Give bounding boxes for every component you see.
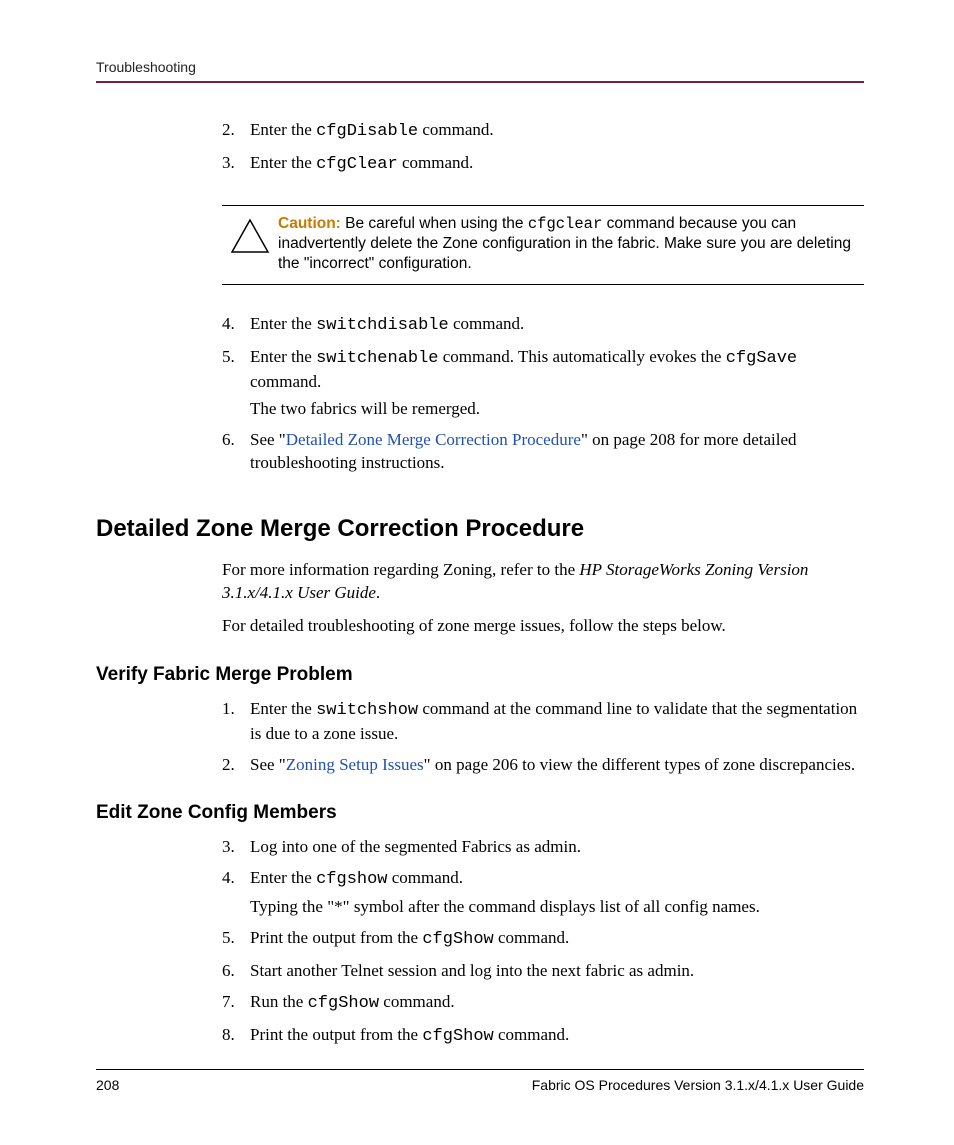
step-text: See "Detailed Zone Merge Correction Proc… [250,429,864,475]
edit-step-5: 5. Print the output from the cfgShow com… [222,927,864,952]
verify-step-2: 2. See "Zoning Setup Issues" on page 206… [222,754,864,777]
step-number: 3. [222,152,250,177]
steps-block-a: 2. Enter the cfgDisable command. 3. Ente… [222,119,864,177]
step-number: 5. [222,927,250,952]
code: cfgShow [422,930,493,949]
code: switchshow [316,701,418,720]
step-number: 6. [222,960,250,983]
edit-step-3: 3. Log into one of the segmented Fabrics… [222,836,864,859]
paragraph: For detailed troubleshooting of zone mer… [222,615,864,638]
edit-step-7: 7. Run the cfgShow command. [222,991,864,1016]
step-6: 6. See "Detailed Zone Merge Correction P… [222,429,864,475]
cross-ref-link[interactable]: Detailed Zone Merge Correction Procedure [286,430,581,449]
code: switchenable [316,349,438,368]
step-text: Enter the switchdisable command. [250,313,864,338]
steps-block-b: 4. Enter the switchdisable command. 5. E… [222,313,864,475]
caution-body: Caution: Be careful when using the cfgcl… [278,214,864,274]
edit-step-4: 4. Enter the cfgshow command. Typing the… [222,867,864,919]
footer-title: Fabric OS Procedures Version 3.1.x/4.1.x… [532,1076,864,1095]
step-number: 3. [222,836,250,859]
heading-verify-fabric: Verify Fabric Merge Problem [96,662,864,688]
verify-step-1: 1. Enter the switchshow command at the c… [222,698,864,746]
footer-rule [96,1069,864,1070]
paragraph: For more information regarding Zoning, r… [222,559,864,605]
code: cfgShow [422,1027,493,1046]
step-sub: Typing the "*" symbol after the command … [250,896,864,919]
code: switchdisable [316,316,449,335]
step-5: 5. Enter the switchenable command. This … [222,346,864,421]
code: cfgclear [528,215,602,233]
step-3: 3. Enter the cfgClear command. [222,152,864,177]
running-head: Troubleshooting [96,58,864,77]
code: cfgshow [316,870,387,889]
caution-label: Caution: [278,215,341,232]
step-text: See "Zoning Setup Issues" on page 206 to… [250,754,864,777]
step-text: Log into one of the segmented Fabrics as… [250,836,864,859]
step-4: 4. Enter the switchdisable command. [222,313,864,338]
code: cfgClear [316,155,398,174]
header-rule [96,81,864,83]
code: cfgSave [726,349,797,368]
step-text: Print the output from the cfgShow comman… [250,927,864,952]
code: cfgShow [308,994,379,1013]
steps-verify: 1. Enter the switchshow command at the c… [222,698,864,777]
step-number: 2. [222,119,250,144]
step-number: 6. [222,429,250,475]
step-text: Enter the cfgClear command. [250,152,864,177]
step-text: Run the cfgShow command. [250,991,864,1016]
step-text: Enter the cfgDisable command. [250,119,864,144]
caution-box: Caution: Be careful when using the cfgcl… [222,205,864,285]
step-number: 5. [222,346,250,421]
step-2: 2. Enter the cfgDisable command. [222,119,864,144]
step-number: 4. [222,867,250,919]
page-number: 208 [96,1076,119,1095]
step-number: 1. [222,698,250,746]
page: Troubleshooting 2. Enter the cfgDisable … [0,0,954,1145]
step-text: Start another Telnet session and log int… [250,960,864,983]
step-number: 8. [222,1024,250,1049]
footer: 208 Fabric OS Procedures Version 3.1.x/4… [96,1069,864,1095]
step-number: 7. [222,991,250,1016]
step-text: Enter the switchshow command at the comm… [250,698,864,746]
steps-edit: 3. Log into one of the segmented Fabrics… [222,836,864,1049]
caution-icon [222,214,278,274]
step-sub: The two fabrics will be remerged. [250,398,864,421]
step-text: Enter the switchenable command. This aut… [250,346,864,421]
edit-step-8: 8. Print the output from the cfgShow com… [222,1024,864,1049]
cross-ref-link[interactable]: Zoning Setup Issues [286,755,424,774]
edit-step-6: 6. Start another Telnet session and log … [222,960,864,983]
step-number: 2. [222,754,250,777]
step-text: Enter the cfgshow command. Typing the "*… [250,867,864,919]
heading-detailed-zone-merge: Detailed Zone Merge Correction Procedure [96,513,864,545]
step-number: 4. [222,313,250,338]
code: cfgDisable [316,122,418,141]
step-text: Print the output from the cfgShow comman… [250,1024,864,1049]
heading-edit-zone: Edit Zone Config Members [96,800,864,826]
